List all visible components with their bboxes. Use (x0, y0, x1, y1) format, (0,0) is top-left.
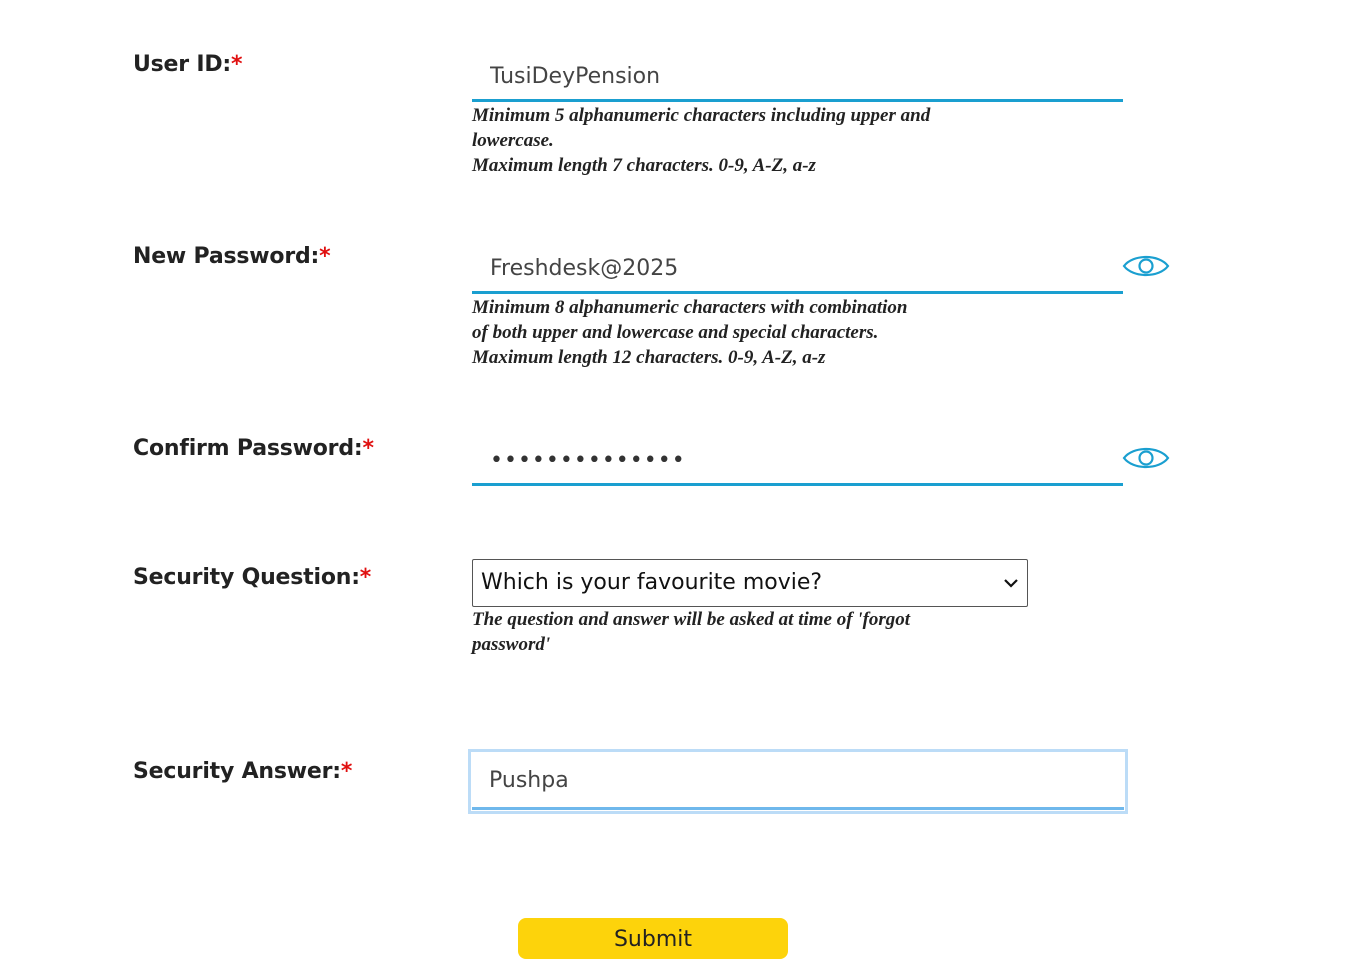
hint-line: of both upper and lowercase and special … (472, 322, 879, 343)
required-mark: * (340, 759, 353, 784)
confirm-password-label: Confirm Password:* (133, 436, 374, 461)
hint-line: Maximum length 7 characters. 0-9, A-Z, a… (472, 155, 816, 176)
hint-line: password' (472, 634, 551, 655)
security-question-label-text: Security Question: (133, 565, 360, 590)
submit-button[interactable]: Submit (518, 918, 788, 959)
new-password-input[interactable] (472, 246, 1123, 294)
required-mark: * (231, 52, 243, 77)
hint-line: Minimum 5 alphanumeric characters includ… (472, 105, 931, 126)
security-question-selected: Which is your favourite movie? (481, 570, 823, 595)
user-id-label-text: User ID: (133, 52, 232, 77)
required-mark: * (359, 565, 372, 590)
user-id-hint: Minimum 5 alphanumeric characters includ… (472, 103, 992, 178)
security-answer-label-text: Security Answer: (133, 759, 341, 784)
security-question-hint: The question and answer will be asked at… (472, 607, 992, 657)
security-answer-underline (472, 753, 1124, 810)
required-mark: * (319, 244, 331, 269)
security-answer-value: Pushpa (489, 768, 569, 793)
confirm-password-label-text: Confirm Password: (133, 436, 363, 461)
user-id-input[interactable] (472, 54, 1123, 102)
eye-icon[interactable] (1121, 250, 1171, 282)
hint-line: Maximum length 12 characters. 0-9, A-Z, … (472, 347, 826, 368)
user-id-label: User ID:* (133, 52, 243, 77)
required-mark: * (362, 436, 374, 461)
hint-line: lowercase. (472, 130, 554, 151)
hint-line: Minimum 8 alphanumeric characters with c… (472, 297, 908, 318)
security-question-label: Security Question:* (133, 565, 371, 590)
confirm-password-input[interactable] (472, 438, 1123, 486)
new-password-hint: Minimum 8 alphanumeric characters with c… (472, 295, 992, 370)
eye-icon[interactable] (1121, 442, 1171, 474)
chevron-down-icon (1004, 579, 1018, 588)
new-password-label: New Password:* (133, 244, 331, 269)
security-answer-label: Security Answer:* (133, 759, 352, 784)
security-answer-input[interactable]: Pushpa (468, 749, 1128, 814)
hint-line: The question and answer will be asked at… (472, 609, 911, 630)
new-password-label-text: New Password: (133, 244, 320, 269)
security-question-select[interactable]: Which is your favourite movie? (472, 559, 1028, 607)
